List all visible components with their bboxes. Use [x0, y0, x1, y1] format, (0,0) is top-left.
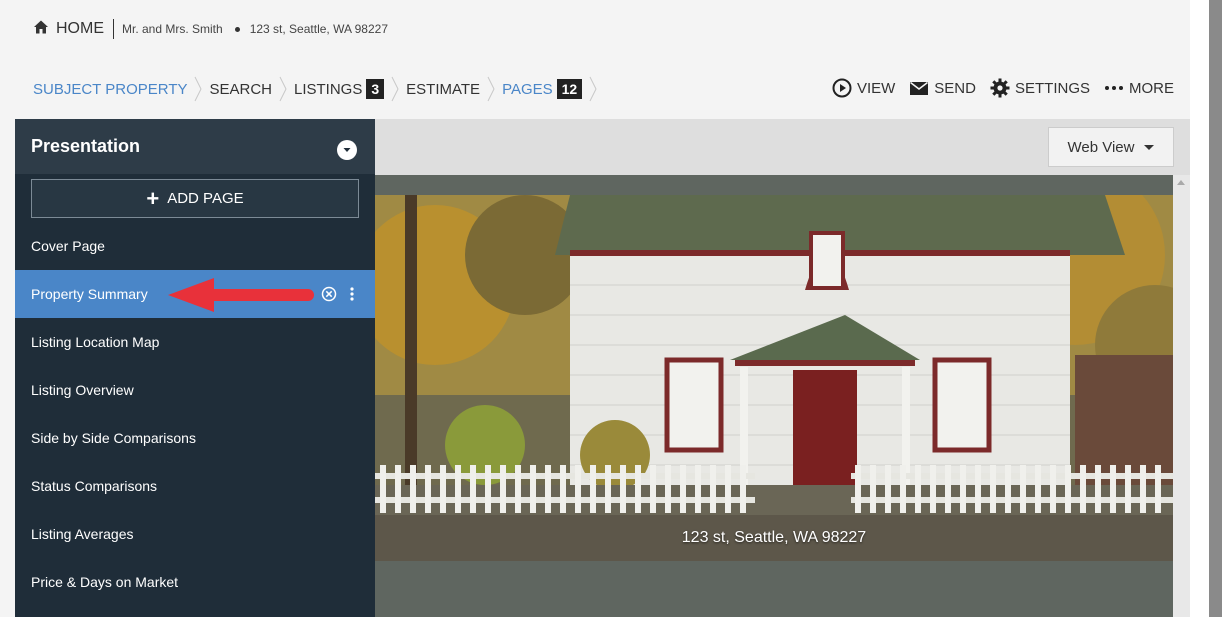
- chevron-right-icon: [391, 76, 399, 102]
- home-link[interactable]: HOME: [33, 19, 104, 40]
- caret-down-icon: [1144, 144, 1155, 150]
- crumb-listings[interactable]: LISTINGS 3: [294, 79, 385, 99]
- preview-scrollbar[interactable]: [1173, 175, 1190, 617]
- preview-stage: 123 st, Seattle, WA 98227: [375, 175, 1173, 617]
- chevron-down-icon: [343, 147, 351, 152]
- send-label: SEND: [934, 79, 976, 97]
- page-item-cover-page[interactable]: Cover Page: [15, 222, 375, 270]
- more-button[interactable]: MORE: [1104, 78, 1174, 98]
- view-button[interactable]: VIEW: [832, 78, 895, 98]
- page-item-price-days-on-market[interactable]: Price & Days on Market: [15, 558, 375, 606]
- page-item-listing-averages[interactable]: Listing Averages: [15, 510, 375, 558]
- page-item-label: Status Comparisons: [31, 478, 158, 494]
- preview-toolbar: Web View: [375, 119, 1190, 175]
- crumb-label: LISTINGS: [294, 80, 363, 98]
- play-circle-icon: [832, 78, 852, 98]
- crumb-label: ESTIMATE: [406, 80, 481, 98]
- plus-icon: +: [146, 185, 160, 211]
- page-item-label: Listing Averages: [31, 526, 134, 542]
- header-divider: [113, 19, 114, 39]
- page-item-label: Property Summary: [31, 286, 148, 302]
- view-label: VIEW: [856, 79, 896, 97]
- page-item-property-summary[interactable]: Property Summary: [15, 270, 375, 318]
- crumb-estimate[interactable]: ESTIMATE: [406, 81, 480, 98]
- home-icon: [33, 19, 49, 40]
- chevron-right-icon: [279, 76, 287, 102]
- page-item-listing-overview[interactable]: Listing Overview: [15, 366, 375, 414]
- crumb-search[interactable]: SEARCH: [209, 81, 272, 98]
- collapse-toggle[interactable]: [337, 139, 357, 160]
- client-name: Mr. and Mrs. Smith: [122, 22, 223, 36]
- page-item-label: Listing Overview: [31, 382, 134, 398]
- page-item-label: Listing Location Map: [31, 334, 160, 350]
- add-page-label: ADD PAGE: [167, 190, 244, 207]
- view-mode-value: Web View: [1067, 138, 1135, 156]
- remove-page-icon[interactable]: [321, 286, 337, 302]
- house-image: [375, 195, 1173, 561]
- page-list: Cover Page Property Summary Listing Loca…: [15, 222, 375, 606]
- more-label: MORE: [1129, 79, 1174, 97]
- kebab-menu-icon[interactable]: [349, 286, 355, 302]
- annotation-arrow: [168, 278, 314, 312]
- client-header: HOME Mr. and Mrs. Smith 123 st, Seattle,…: [33, 18, 388, 40]
- view-mode-select[interactable]: Web View: [1048, 127, 1174, 167]
- sidebar-title: Presentation: [31, 136, 141, 156]
- crumb-label: PAGES: [502, 80, 553, 98]
- window-edge: [1190, 0, 1222, 617]
- window-scrollbar[interactable]: [1209, 0, 1222, 617]
- crumb-label: SUBJECT PROPERTY: [33, 80, 188, 98]
- listings-count-badge: 3: [366, 79, 385, 99]
- client-address: 123 st, Seattle, WA 98227: [249, 22, 388, 36]
- envelope-icon: [910, 81, 929, 95]
- page-item-label: Price & Days on Market: [31, 574, 179, 590]
- page-item-listing-location-map[interactable]: Listing Location Map: [15, 318, 375, 366]
- gear-icon: [990, 78, 1010, 98]
- chevron-right-icon: [195, 76, 203, 102]
- settings-label: SETTINGS: [1014, 79, 1090, 97]
- chevron-right-icon: [589, 76, 597, 102]
- separator-dot: [234, 26, 240, 32]
- send-button[interactable]: SEND: [909, 78, 976, 98]
- add-page-button[interactable]: + ADD PAGE: [31, 179, 359, 218]
- property-photo: 123 st, Seattle, WA 98227: [375, 195, 1173, 561]
- scroll-up-icon[interactable]: [1177, 180, 1185, 185]
- settings-button[interactable]: SETTINGS: [990, 78, 1090, 98]
- page-item-tools: [321, 270, 355, 318]
- page-item-label: Cover Page: [31, 238, 105, 254]
- presentation-actions: VIEW SEND SETTINGS MORE: [832, 76, 1174, 100]
- crumb-label: SEARCH: [209, 80, 272, 98]
- crumb-pages[interactable]: PAGES 12: [502, 79, 583, 99]
- workflow-breadcrumb: SUBJECT PROPERTY SEARCH LISTINGS 3 ESTIMA…: [33, 76, 604, 102]
- page-item-status-comparisons[interactable]: Status Comparisons: [15, 462, 375, 510]
- ellipsis-icon: [1105, 86, 1123, 90]
- photo-address-caption: 123 st, Seattle, WA 98227: [681, 529, 867, 546]
- sidebar-header: Presentation: [15, 119, 375, 174]
- page-item-side-by-side-comparisons[interactable]: Side by Side Comparisons: [15, 414, 375, 462]
- page-item-label: Side by Side Comparisons: [31, 430, 196, 446]
- pages-count-badge: 12: [556, 79, 583, 99]
- presentation-sidebar: Presentation + ADD PAGE Cover Page Prope…: [15, 119, 375, 617]
- chevron-right-icon: [487, 76, 495, 102]
- page-preview-panel: Web View 123 st, Seattle, WA 98227: [375, 119, 1190, 617]
- crumb-subject-property[interactable]: SUBJECT PROPERTY: [33, 81, 187, 98]
- home-label: HOME: [56, 20, 104, 37]
